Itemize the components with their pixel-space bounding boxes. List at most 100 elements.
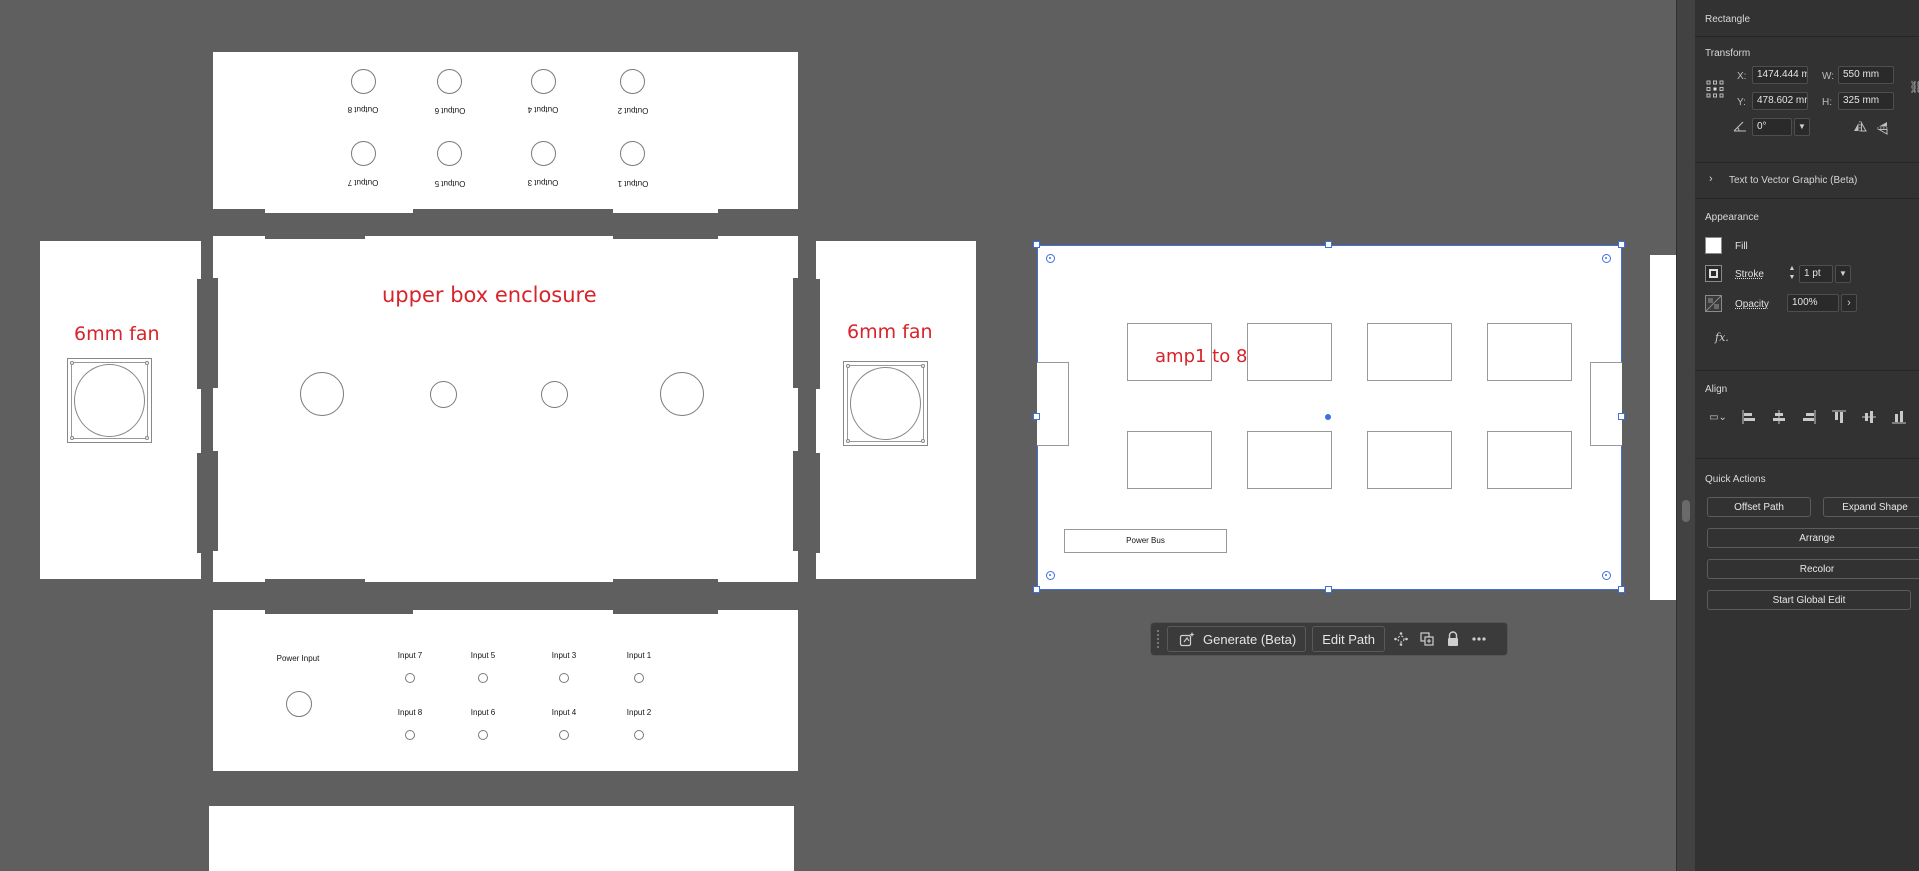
stroke-label[interactable]: Stroke bbox=[1735, 269, 1764, 280]
text-to-vector-row[interactable]: › Text to Vector Graphic (Beta) bbox=[1695, 170, 1919, 192]
height-field[interactable]: 325 mm bbox=[1838, 92, 1894, 110]
align-vertical-center-icon[interactable] bbox=[1860, 409, 1878, 427]
top-output-panel[interactable] bbox=[213, 52, 798, 213]
fan-cutout[interactable] bbox=[67, 358, 152, 443]
edit-path-button[interactable]: Edit Path bbox=[1312, 626, 1385, 652]
generate-button[interactable]: Generate (Beta) bbox=[1167, 626, 1307, 652]
output-jack-hole[interactable] bbox=[437, 141, 462, 166]
input-label: Input 6 bbox=[470, 708, 496, 717]
angle-dropdown-chevron-icon[interactable]: ▼ bbox=[1794, 118, 1810, 136]
fill-swatch[interactable] bbox=[1705, 237, 1722, 254]
corner-radius-widget[interactable] bbox=[1046, 571, 1055, 580]
more-options-icon[interactable] bbox=[1469, 629, 1489, 649]
recolor-icon[interactable] bbox=[1391, 629, 1411, 649]
resize-handle-w[interactable] bbox=[1033, 413, 1040, 420]
large-hole[interactable] bbox=[300, 372, 344, 416]
fx-effects-icon[interactable]: fx. bbox=[1715, 331, 1729, 344]
small-hole[interactable] bbox=[430, 381, 457, 408]
corner-radius-widget[interactable] bbox=[1046, 254, 1055, 263]
input-jack-hole[interactable] bbox=[559, 673, 569, 683]
output-jack-hole[interactable] bbox=[531, 69, 556, 94]
align-bottom-icon[interactable] bbox=[1890, 409, 1908, 427]
amp-module-slot[interactable] bbox=[1247, 323, 1332, 381]
panel-notch bbox=[213, 451, 218, 551]
align-right-icon[interactable] bbox=[1800, 409, 1818, 427]
panel-notch bbox=[793, 278, 798, 388]
output-jack-hole[interactable] bbox=[620, 69, 645, 94]
start-global-edit-button[interactable]: Start Global Edit bbox=[1707, 590, 1911, 610]
align-title: Align bbox=[1705, 384, 1728, 395]
amp-module-slot[interactable] bbox=[1247, 431, 1332, 489]
stroke-stepper[interactable]: ▲ ▼ bbox=[1787, 264, 1797, 284]
opacity-label[interactable]: Opacity bbox=[1735, 299, 1769, 310]
panel-notch bbox=[816, 453, 820, 553]
duplicate-icon[interactable] bbox=[1417, 629, 1437, 649]
constrain-proportions-icon[interactable]: ⛓ bbox=[1909, 80, 1919, 94]
large-hole[interactable] bbox=[660, 372, 704, 416]
flip-horizontal-icon[interactable] bbox=[1853, 121, 1867, 136]
corner-radius-widget[interactable] bbox=[1602, 571, 1611, 580]
resize-handle-e[interactable] bbox=[1618, 413, 1625, 420]
opacity-chevron-right-icon[interactable]: › bbox=[1841, 294, 1857, 312]
fan-cutout[interactable] bbox=[843, 361, 928, 446]
output-jack-hole[interactable] bbox=[351, 69, 376, 94]
align-to-selection-icon[interactable]: ▭⌄ bbox=[1705, 409, 1731, 427]
output-jack-hole[interactable] bbox=[620, 141, 645, 166]
resize-handle-se[interactable] bbox=[1618, 586, 1625, 593]
expand-shape-button[interactable]: Expand Shape bbox=[1823, 497, 1919, 517]
input-jack-hole[interactable] bbox=[559, 730, 569, 740]
base-panel[interactable] bbox=[209, 806, 794, 871]
input-jack-hole[interactable] bbox=[634, 673, 644, 683]
y-position-field[interactable]: 478.602 mr bbox=[1752, 92, 1808, 110]
opacity-swatch[interactable] bbox=[1705, 295, 1722, 312]
resize-handle-s[interactable] bbox=[1325, 586, 1332, 593]
resize-handle-ne[interactable] bbox=[1618, 241, 1625, 248]
output-jack-hole[interactable] bbox=[351, 141, 376, 166]
amp-module-slot[interactable] bbox=[1367, 431, 1452, 489]
rotation-angle-field[interactable]: 0° bbox=[1752, 118, 1792, 136]
lock-icon[interactable] bbox=[1443, 629, 1463, 649]
y-label: Y: bbox=[1737, 97, 1746, 108]
arrange-button[interactable]: Arrange bbox=[1707, 528, 1919, 548]
recolor-button[interactable]: Recolor bbox=[1707, 559, 1919, 579]
input-jack-hole[interactable] bbox=[478, 730, 488, 740]
opacity-field[interactable]: 100% bbox=[1787, 294, 1839, 312]
resize-handle-n[interactable] bbox=[1325, 241, 1332, 248]
stroke-weight-field[interactable]: 1 pt bbox=[1799, 265, 1833, 283]
offset-path-button[interactable]: Offset Path bbox=[1707, 497, 1811, 517]
resize-handle-sw[interactable] bbox=[1033, 586, 1040, 593]
amp-module-slot[interactable] bbox=[1487, 323, 1572, 381]
output-jack-hole[interactable] bbox=[437, 69, 462, 94]
stroke-swatch[interactable] bbox=[1705, 265, 1722, 282]
panel-notch bbox=[613, 610, 718, 614]
panel-scrollbar[interactable] bbox=[1676, 0, 1695, 871]
x-position-field[interactable]: 1474.444 m bbox=[1752, 66, 1808, 84]
stroke-dropdown-chevron-icon[interactable]: ▼ bbox=[1835, 265, 1851, 283]
contextual-task-bar[interactable]: Generate (Beta) Edit Path bbox=[1150, 622, 1508, 656]
input-jack-hole[interactable] bbox=[634, 730, 644, 740]
flip-vertical-icon[interactable] bbox=[1877, 121, 1889, 138]
drag-grip[interactable] bbox=[1157, 630, 1161, 648]
input-jack-hole[interactable] bbox=[405, 673, 415, 683]
align-top-icon[interactable] bbox=[1830, 409, 1848, 427]
corner-radius-widget[interactable] bbox=[1602, 254, 1611, 263]
amp-module-slot[interactable] bbox=[1367, 323, 1452, 381]
input-jack-hole[interactable] bbox=[405, 730, 415, 740]
width-field[interactable]: 550 mm bbox=[1838, 66, 1894, 84]
rotate-angle-icon bbox=[1733, 120, 1747, 135]
resize-handle-nw[interactable] bbox=[1033, 241, 1040, 248]
amp-module-slot[interactable] bbox=[1127, 431, 1212, 489]
adjacent-panel[interactable] bbox=[1650, 255, 1676, 600]
scrollbar-thumb[interactable] bbox=[1682, 500, 1690, 522]
align-left-icon[interactable] bbox=[1740, 409, 1758, 427]
input-jack-hole[interactable] bbox=[478, 673, 488, 683]
align-horizontal-center-icon[interactable] bbox=[1770, 409, 1788, 427]
reference-point-icon[interactable] bbox=[1706, 80, 1724, 98]
small-hole[interactable] bbox=[541, 381, 568, 408]
artboard-canvas[interactable]: Output 8 Output 6 Output 4 Output 2 Outp… bbox=[0, 0, 1676, 871]
amp-module-slot[interactable] bbox=[1487, 431, 1572, 489]
output-jack-hole[interactable] bbox=[531, 141, 556, 166]
generate-sparkle-icon bbox=[1177, 629, 1197, 649]
power-input-hole[interactable] bbox=[286, 691, 312, 717]
fan-screw-hole bbox=[70, 361, 74, 365]
